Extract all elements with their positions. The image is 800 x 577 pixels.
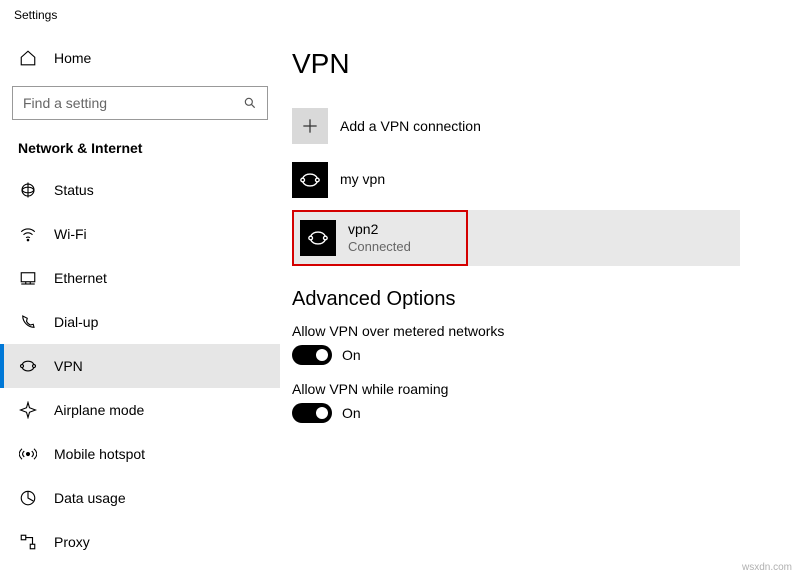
sidebar-category-label: Network & Internet <box>0 134 280 168</box>
sidebar-item-wifi[interactable]: Wi-Fi <box>0 212 280 256</box>
sidebar-item-label: Mobile hotspot <box>54 446 145 462</box>
option-metered-state: On <box>342 347 361 363</box>
sidebar: Home Network & Internet Status Wi-Fi <box>0 26 280 577</box>
vpn-entry-name: my vpn <box>340 171 385 189</box>
vpn-connection-icon <box>300 220 336 256</box>
home-icon <box>18 48 38 68</box>
option-metered-toggle[interactable] <box>292 345 332 365</box>
status-icon <box>18 180 38 200</box>
advanced-options-title: Advanced Options <box>292 288 740 311</box>
sidebar-item-label: Ethernet <box>54 270 107 286</box>
datausage-icon <box>18 488 38 508</box>
watermark: wsxdn.com <box>742 562 792 573</box>
search-box[interactable] <box>12 86 268 120</box>
sidebar-item-datausage[interactable]: Data usage <box>0 476 280 520</box>
window-title: Settings <box>0 0 800 26</box>
option-roaming-label: Allow VPN while roaming <box>292 381 740 397</box>
ethernet-icon <box>18 268 38 288</box>
sidebar-item-label: Dial-up <box>54 314 98 330</box>
sidebar-item-dialup[interactable]: Dial-up <box>0 300 280 344</box>
hotspot-icon <box>18 444 38 464</box>
main-content: VPN Add a VPN connection my vpn vpn2 <box>280 26 800 577</box>
wifi-icon <box>18 224 38 244</box>
search-icon <box>233 87 267 119</box>
home-label: Home <box>54 50 91 66</box>
vpn-entry-myvpn[interactable]: my vpn <box>292 156 740 204</box>
sidebar-item-label: Data usage <box>54 490 126 506</box>
sidebar-item-label: Airplane mode <box>54 402 144 418</box>
vpn-entry-status: Connected <box>348 239 411 255</box>
search-input[interactable] <box>13 87 233 119</box>
airplane-icon <box>18 400 38 420</box>
sidebar-item-vpn[interactable]: VPN <box>0 344 280 388</box>
option-metered-label: Allow VPN over metered networks <box>292 323 740 339</box>
home-button[interactable]: Home <box>0 38 280 78</box>
dialup-icon <box>18 312 38 332</box>
vpn-entry-name: vpn2 <box>348 221 411 239</box>
sidebar-item-proxy[interactable]: Proxy <box>0 520 280 564</box>
sidebar-item-status[interactable]: Status <box>0 168 280 212</box>
sidebar-item-label: Wi-Fi <box>54 226 87 242</box>
plus-icon <box>292 108 328 144</box>
sidebar-item-hotspot[interactable]: Mobile hotspot <box>0 432 280 476</box>
vpn-entry-vpn2[interactable]: vpn2 Connected <box>292 210 468 266</box>
sidebar-item-label: Status <box>54 182 94 198</box>
page-title: VPN <box>292 48 740 80</box>
option-roaming-toggle[interactable] <box>292 403 332 423</box>
sidebar-item-airplane[interactable]: Airplane mode <box>0 388 280 432</box>
vpn-icon <box>18 356 38 376</box>
option-roaming-state: On <box>342 405 361 421</box>
add-vpn-button[interactable]: Add a VPN connection <box>292 102 740 150</box>
sidebar-item-ethernet[interactable]: Ethernet <box>0 256 280 300</box>
proxy-icon <box>18 532 38 552</box>
sidebar-item-label: Proxy <box>54 534 90 550</box>
add-vpn-label: Add a VPN connection <box>340 118 481 134</box>
sidebar-item-label: VPN <box>54 358 83 374</box>
vpn-connection-icon <box>292 162 328 198</box>
